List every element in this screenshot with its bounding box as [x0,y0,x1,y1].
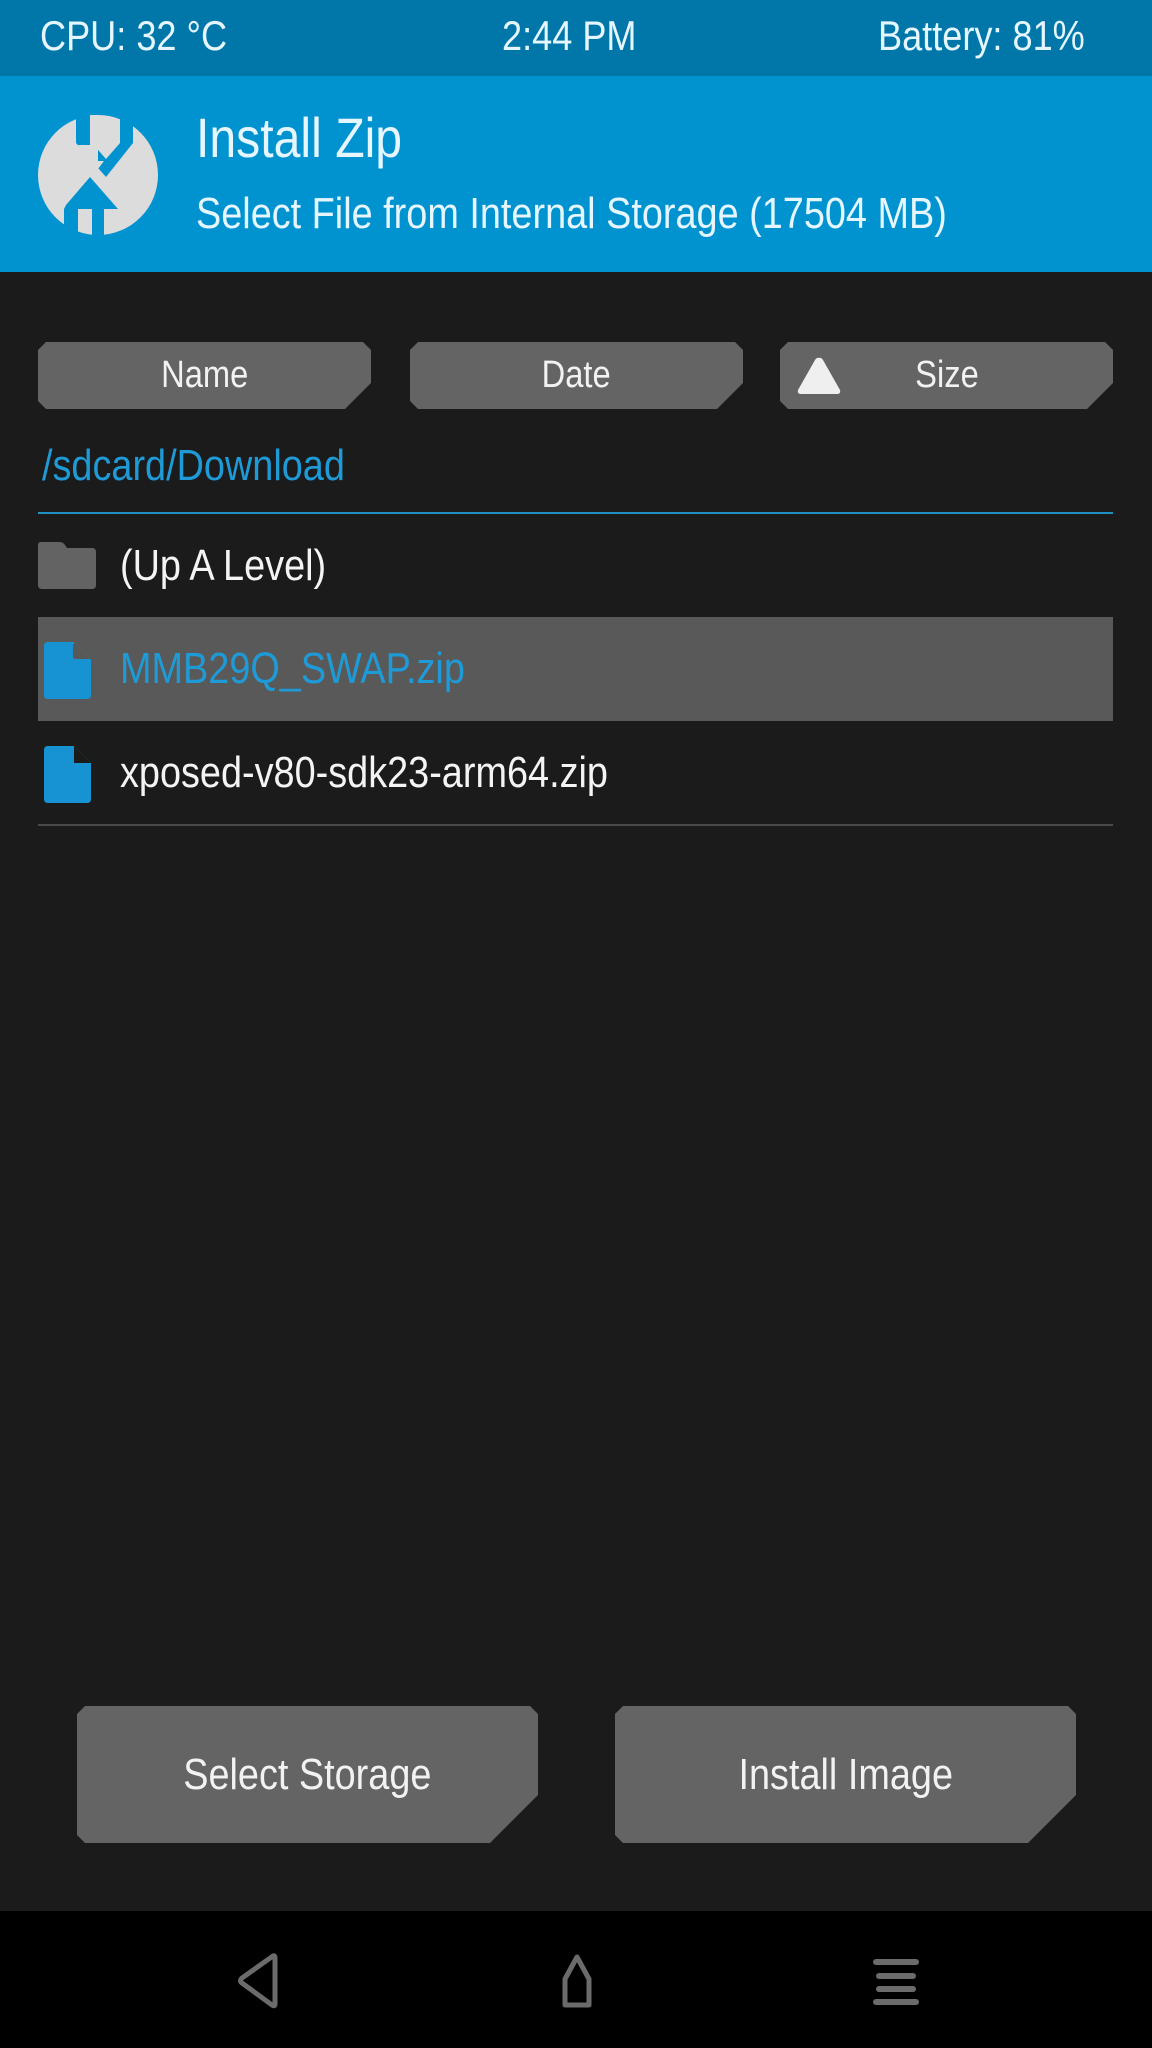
cpu-temperature: CPU: 32 °C [40,12,228,59]
back-icon[interactable] [217,1941,297,2021]
folder-icon [38,542,96,589]
file-name: xposed-v80-sdk23-arm64.zip [120,748,608,797]
sort-by-size-button[interactable]: Size [780,342,1113,409]
battery-level: Battery: 81% [878,12,1085,59]
sort-by-name-button[interactable]: Name [38,342,371,409]
page-title: Install Zip [196,106,403,169]
list-item-up-level[interactable]: (Up A Level) [38,514,1113,618]
list-item-file[interactable]: xposed-v80-sdk23-arm64.zip [38,721,1113,825]
current-path: /sdcard/Download [42,441,345,490]
header: Install Zip Select File from Internal St… [0,76,1152,272]
page-subtitle: Select File from Internal Storage (17504… [196,189,947,238]
file-name: MMB29Q_SWAP.zip [120,644,465,693]
file-name: (Up A Level) [120,541,327,590]
sort-ascending-icon [797,356,841,395]
twrp-logo-icon [38,115,158,235]
status-bar: CPU: 32 °C 2:44 PM Battery: 81% [0,0,1152,76]
list-item-file[interactable]: MMB29Q_SWAP.zip [38,617,1113,721]
file-icon [44,746,91,803]
navigation-bar [0,1911,1152,2048]
install-image-button[interactable]: Install Image [615,1706,1076,1843]
file-icon [44,642,91,699]
list-divider [38,824,1113,826]
menu-icon[interactable] [856,1941,936,2021]
select-storage-button[interactable]: Select Storage [77,1706,538,1843]
clock: 2:44 PM [502,12,637,59]
home-icon[interactable] [537,1941,617,2021]
sort-by-date-button[interactable]: Date [410,342,743,409]
